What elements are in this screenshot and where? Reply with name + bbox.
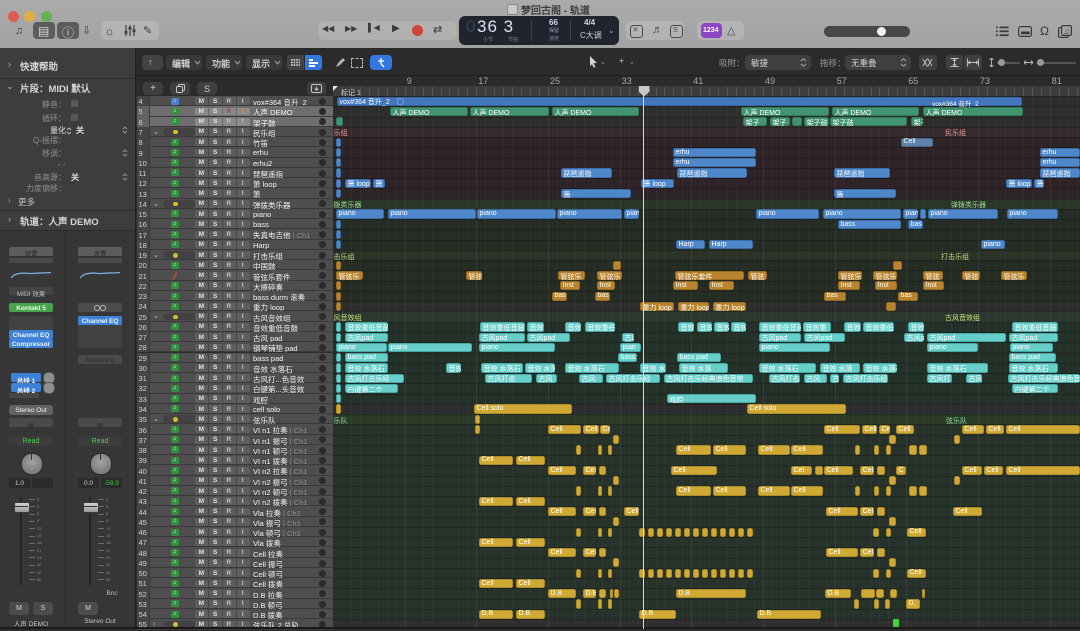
svg-text:♫: ♫ [1064,27,1070,36]
